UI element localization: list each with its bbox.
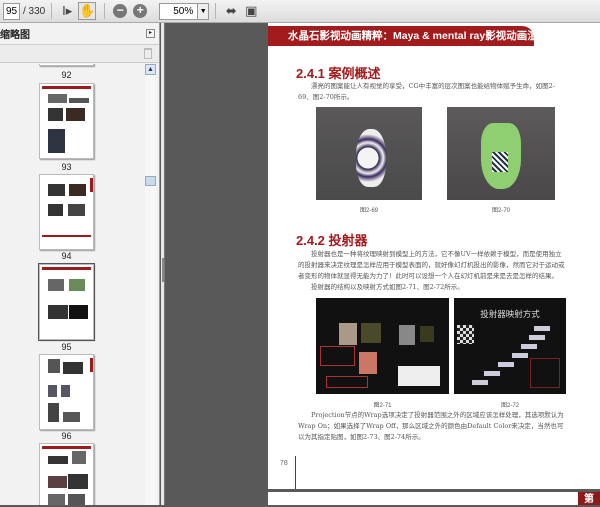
page-thumbnail[interactable] [39,443,94,505]
divider [215,3,217,19]
figure-2-69-image [316,107,422,200]
scroll-up-icon[interactable]: ▲ [145,64,156,75]
figure-2-72-title: 投射器映射方式 [480,310,540,320]
trash-icon[interactable] [144,48,152,59]
page-thumbnail[interactable] [38,263,95,341]
figure-2-70-image [447,107,555,200]
figure-caption: 图2-71 [373,403,392,409]
fit-page-icon[interactable]: ▣ [242,2,260,20]
hand-tool-icon[interactable]: ✋ [78,2,97,20]
thumbnail-panel-header: 缩略图 ▸ [0,23,159,45]
zoom-out-button[interactable]: − [111,2,129,20]
zoom-input[interactable]: 50% [159,2,199,20]
next-document-page: 第 [268,492,600,505]
panel-title: 缩略图 [0,30,30,41]
page-number: 78 [280,460,288,467]
page-thumbnail[interactable] [39,174,94,250]
page-thumbnail[interactable] [39,354,94,430]
page-number-rule [295,456,296,489]
thumbnail-label: 94 [61,251,72,261]
figure-caption: 图2-72 [500,403,519,409]
blue-white-vase [356,129,386,187]
thumbnail-scrollbar[interactable]: ▲ [145,64,156,505]
chapter-tab: 第 [578,492,600,505]
figure-2-72-image: 投射器映射方式 [454,298,566,394]
total-pages: / 330 [23,5,46,17]
thumbnail-list: 92 93 94 95 96 [0,64,146,505]
thumbnail-options-bar [0,45,159,63]
thumbnail-label: 92 [61,70,72,80]
section-heading: 2.4.1 案例概述 [296,66,381,81]
thumbnail-label: 93 [61,162,72,172]
paragraph: Projection节点的Wrap选项决定了投射器范围之外的区域应该怎样处理，其… [298,411,564,441]
page-number-input[interactable]: 95 [3,2,20,20]
thumbnail-label: 95 [61,342,72,352]
minus-icon: − [113,4,128,18]
green-vase [481,123,521,189]
section-heading: 2.4.2 投射器 [296,233,368,248]
zoom-dropdown-button[interactable]: ▼ [198,2,210,20]
document-page: 水晶石影视动画精粹：Maya & mental ray影视动画渲染 2.4.1 … [268,23,600,489]
divider [104,3,106,19]
paragraph: 漂亮的图案能让人有视觉的享受，CG中丰富的层次图案也能给物体赋予生命，如图2-6… [298,82,555,101]
scrollbar-thumb[interactable] [145,176,156,186]
figure-caption: 图2-69 [359,208,378,214]
page-header: 水晶石影视动画精粹：Maya & mental ray影视动画渲染 [268,26,548,46]
page-thumbnail[interactable] [39,83,94,159]
thumbnail-panel: 缩略图 ▸ 92 93 94 95 96 ▲ [0,23,160,505]
select-tool-icon[interactable]: I▸ [58,2,76,20]
figure-caption: 图2-70 [491,208,510,214]
figure-2-71-image [316,298,449,394]
divider [51,3,53,19]
zoom-in-button[interactable]: + [131,2,149,20]
page-thumbnail[interactable] [39,64,94,66]
paragraph: 投射器的结构以及映射方式如图2-71、图2-72所示。 [311,283,464,291]
splitter-grip-icon[interactable] [162,258,164,282]
plus-icon: + [133,4,148,18]
collapse-panel-icon[interactable]: ▸ [146,29,155,38]
paragraph: 投射器也是一种将纹理映射到模型上的方法，它不像UV一样依赖于模型，而是使用独立的… [298,250,565,280]
toolbar: 95 / 330 I▸ ✋ − + 50% ▼ ⬌ ▣ [0,0,600,23]
fit-width-icon[interactable]: ⬌ [222,2,240,20]
thumbnail-label: 96 [61,431,72,441]
